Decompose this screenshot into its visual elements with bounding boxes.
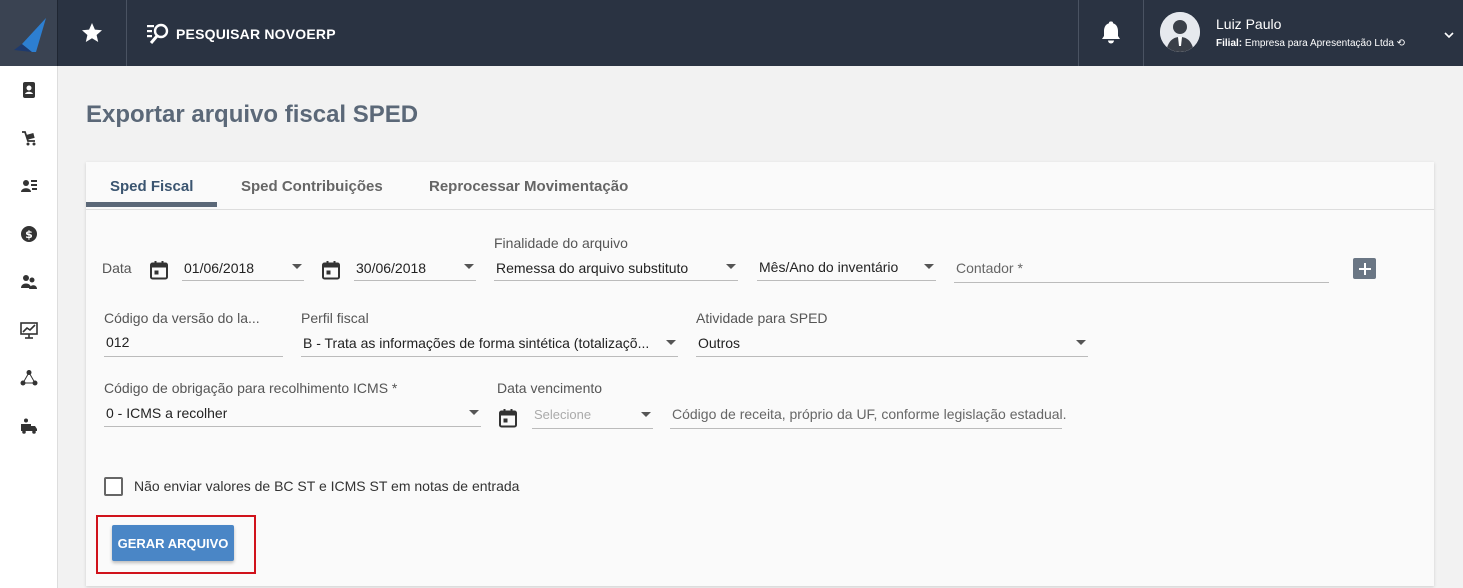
perfil-value: B - Trata as informações de forma sintét…: [303, 335, 650, 351]
contacts-icon[interactable]: [19, 80, 39, 100]
truck-icon[interactable]: [19, 416, 39, 436]
checkmark-logo-icon: [14, 18, 46, 52]
avatar: [1160, 12, 1200, 52]
obrigacao-label: Código de obrigação para recolhimento IC…: [104, 380, 398, 396]
page-title: Exportar arquivo fiscal SPED: [86, 101, 419, 128]
finalidade-label: Finalidade do arquivo: [494, 235, 628, 251]
vencimento-field[interactable]: Selecione: [532, 405, 653, 429]
calendar-icon[interactable]: [321, 260, 341, 280]
caret-down-icon: [292, 264, 302, 269]
caret-down-icon: [1076, 340, 1086, 345]
finalidade-select[interactable]: Remessa do arquivo substituto: [494, 257, 738, 281]
svg-text:$: $: [25, 228, 33, 241]
sped-card: Sped Fiscal Sped Contribuições Reprocess…: [86, 162, 1434, 586]
start-date-value: 01/06/2018: [184, 260, 255, 276]
caret-down-icon: [924, 264, 934, 269]
end-date-value: 30/06/2018: [356, 260, 427, 276]
people-icon[interactable]: [19, 272, 39, 292]
user-branch: Filial: Empresa para Apresentação Ltda ⟲: [1216, 38, 1405, 49]
tab-sped-fiscal[interactable]: Sped Fiscal: [110, 178, 193, 195]
plus-icon: [1358, 262, 1371, 275]
network-icon[interactable]: [19, 368, 39, 388]
search-list-icon: [147, 23, 169, 44]
cart-icon[interactable]: [19, 128, 39, 148]
obrigacao-value: 0 - ICMS a recolher: [106, 405, 228, 421]
app-logo[interactable]: [0, 0, 58, 66]
bell-icon: [1102, 21, 1120, 44]
user-name: Luiz Paulo: [1216, 16, 1282, 32]
perfil-label: Perfil fiscal: [301, 310, 369, 326]
vencimento-placeholder: Selecione: [534, 407, 592, 422]
vencimento-label: Data vencimento: [497, 380, 603, 396]
receita-placeholder: Código de receita, próprio da UF, confor…: [672, 406, 1067, 422]
active-tab-indicator: [86, 202, 217, 207]
chart-icon[interactable]: [19, 320, 39, 340]
versao-value: 012: [106, 334, 130, 350]
caret-down-icon: [469, 410, 479, 415]
user-menu[interactable]: Luiz Paulo Filial: Empresa para Apresent…: [1144, 0, 1463, 66]
tab-sped-contribuicoes[interactable]: Sped Contribuições: [241, 178, 383, 195]
sidebar: $: [0, 66, 58, 588]
calendar-icon[interactable]: [498, 408, 518, 428]
caret-down-icon: [726, 264, 736, 269]
obrigacao-select[interactable]: 0 - ICMS a recolher: [104, 403, 481, 427]
tab-bar: Sped Fiscal Sped Contribuições Reprocess…: [86, 162, 1434, 210]
favorites-button[interactable]: [58, 0, 127, 66]
nao-enviar-bc-st-label: Não enviar valores de BC ST e ICMS ST em…: [134, 478, 520, 494]
branch-label: Filial:: [1216, 38, 1243, 49]
dollar-icon[interactable]: $: [19, 224, 39, 244]
top-bar: PESQUISAR NOVOERP Luiz Paulo Filial: Emp…: [0, 0, 1463, 66]
calendar-icon[interactable]: [149, 260, 169, 280]
contador-placeholder: Contador *: [956, 260, 1023, 276]
tab-reprocessar-movimentacao[interactable]: Reprocessar Movimentação: [429, 178, 628, 195]
users-icon[interactable]: [19, 176, 39, 196]
finalidade-value: Remessa do arquivo substituto: [496, 260, 689, 276]
notifications-button[interactable]: [1078, 0, 1144, 66]
start-date-field[interactable]: 01/06/2018: [182, 257, 304, 281]
nao-enviar-bc-st-checkbox[interactable]: [104, 477, 123, 496]
switch-branch-icon[interactable]: ⟲: [1397, 38, 1405, 49]
user-avatar-icon: [1160, 12, 1200, 52]
caret-down-icon: [641, 412, 651, 417]
caret-down-icon: [464, 264, 474, 269]
versao-label: Código da versão do la...: [104, 310, 260, 326]
branch-value: Empresa para Apresentação Ltda: [1244, 38, 1394, 49]
contador-field[interactable]: Contador *: [954, 259, 1329, 283]
atividade-label: Atividade para SPED: [696, 310, 828, 326]
end-date-field[interactable]: 30/06/2018: [354, 257, 476, 281]
date-label: Data: [102, 260, 132, 276]
atividade-select[interactable]: Outros: [696, 333, 1088, 357]
search-label: PESQUISAR NOVOERP: [176, 26, 336, 42]
search-button[interactable]: PESQUISAR NOVOERP: [146, 22, 336, 46]
receita-field[interactable]: Código de receita, próprio da UF, confor…: [670, 405, 1067, 429]
atividade-value: Outros: [698, 335, 741, 351]
versao-field[interactable]: 012: [104, 333, 283, 357]
chevron-down-icon[interactable]: [1444, 26, 1454, 44]
generate-file-button[interactable]: GERAR ARQUIVO: [112, 525, 234, 561]
caret-down-icon: [666, 340, 676, 345]
inventario-placeholder: Mês/Ano do inventário: [759, 259, 899, 275]
perfil-select[interactable]: B - Trata as informações de forma sintét…: [301, 333, 678, 357]
inventario-select[interactable]: Mês/Ano do inventário: [757, 257, 936, 281]
add-contador-button[interactable]: [1353, 258, 1376, 279]
star-icon: [82, 23, 102, 42]
